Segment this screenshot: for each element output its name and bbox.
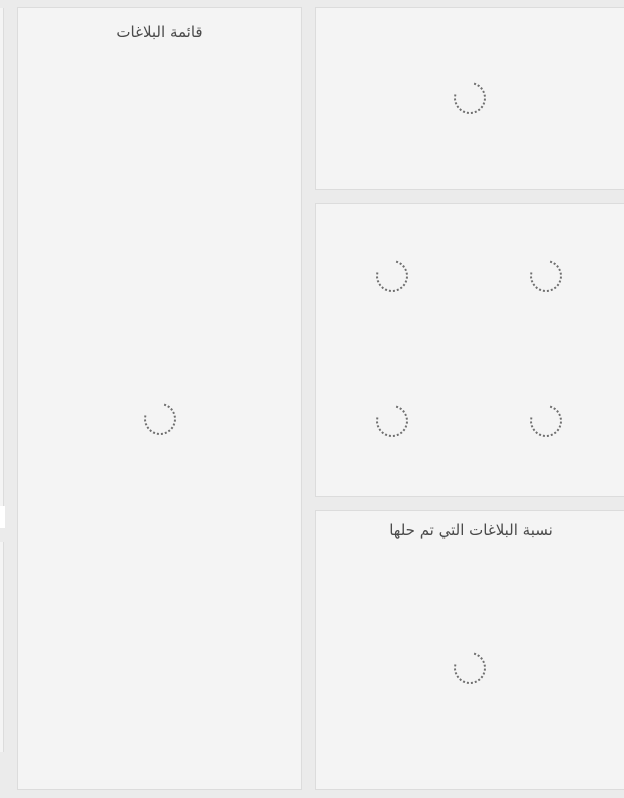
loading-spinner-icon — [370, 254, 414, 298]
resolved-ratio-panel: نسبة البلاغات التي تم حلها — [315, 510, 624, 790]
top-stat-panel — [315, 7, 624, 190]
left-edge-panel-top — [0, 8, 4, 506]
loading-spinner-icon — [524, 254, 568, 298]
loading-spinner-icon — [370, 399, 414, 443]
loading-spinner-icon — [448, 646, 492, 690]
reports-list-panel: قائمة البلاغات — [17, 7, 302, 790]
reports-list-title: قائمة البلاغات — [116, 23, 203, 41]
loading-spinner-icon — [138, 397, 182, 441]
stats-grid-panel — [315, 203, 624, 497]
loading-spinner-icon — [448, 76, 492, 120]
resolved-ratio-title: نسبة البلاغات التي تم حلها — [389, 521, 553, 539]
loading-spinner-icon — [524, 399, 568, 443]
left-edge-panel-bottom — [0, 542, 4, 752]
left-edge-gap — [0, 506, 5, 528]
left-edge-column — [0, 0, 5, 798]
